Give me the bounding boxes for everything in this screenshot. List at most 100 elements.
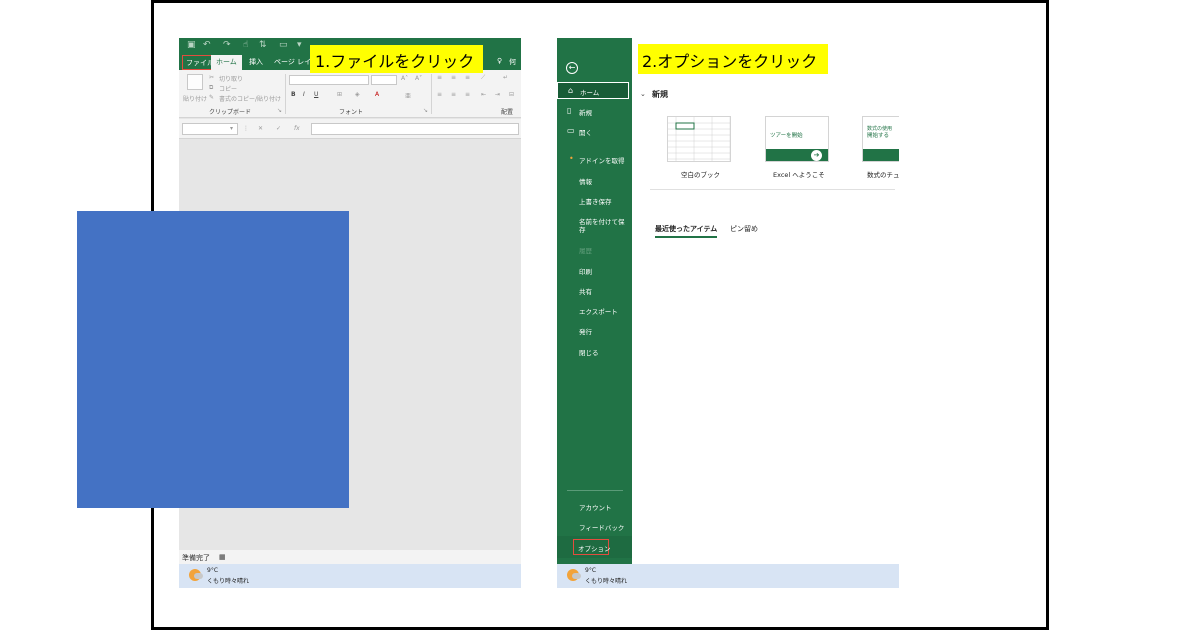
- redo-icon[interactable]: ↷: [223, 40, 231, 50]
- borders-icon[interactable]: ⊞: [337, 91, 342, 98]
- insert-function-button[interactable]: fx: [294, 125, 300, 132]
- lightbulb-icon[interactable]: ♀: [497, 57, 502, 65]
- ribbon-home: 貼り付け ✂ 切り取り ⧉ コピー ✎ 書式のコピー/貼り付け クリップボード …: [179, 70, 521, 118]
- tab-recent[interactable]: 最近使ったアイテム: [655, 224, 718, 238]
- enter-icon[interactable]: ✓: [276, 125, 281, 132]
- bold-button[interactable]: B: [291, 91, 296, 98]
- nav-close[interactable]: 閉じる: [557, 347, 632, 359]
- format-painter-icon[interactable]: ✎: [209, 94, 214, 101]
- nav-account[interactable]: アカウント: [557, 502, 632, 514]
- formula-input[interactable]: [311, 123, 519, 135]
- callout-step1: 1.ファイルをクリック: [310, 45, 483, 73]
- tab-pinned[interactable]: ピン留め: [730, 224, 758, 234]
- paste-button[interactable]: 貼り付け: [183, 94, 207, 103]
- align-right-icon[interactable]: ≡: [465, 91, 470, 98]
- italic-button[interactable]: I: [303, 91, 305, 98]
- align-bottom-icon[interactable]: ≡: [465, 74, 470, 81]
- arrow-right-icon: ➔: [811, 150, 822, 161]
- weather-temp: 9°C: [207, 567, 219, 574]
- form-icon[interactable]: ▭: [279, 40, 288, 50]
- tell-me-label[interactable]: 何: [509, 57, 516, 67]
- nav-options[interactable]: オプション: [573, 539, 611, 555]
- nav-share[interactable]: 共有: [557, 286, 632, 298]
- font-color-button[interactable]: A: [375, 91, 379, 98]
- nav-feedback[interactable]: フィードバック: [557, 522, 632, 534]
- nav-publish[interactable]: 発行: [557, 326, 632, 338]
- nav-open[interactable]: ▭ 開く: [557, 126, 632, 140]
- dialog-launcher-icon[interactable]: ↘: [277, 107, 282, 114]
- underline-button[interactable]: U: [314, 91, 318, 98]
- weather-temp: 9°C: [585, 567, 597, 574]
- formula-tile-band: [863, 149, 899, 161]
- template-formula-label: 数式のチュー: [867, 171, 899, 179]
- template-blank-label: 空白のブック: [681, 171, 720, 179]
- merge-icon[interactable]: ⊟: [509, 91, 514, 98]
- font-shrink-button[interactable]: A˅: [415, 75, 422, 82]
- backstage-content: ⌄ 新規 空白のブック ツアーを開始 ➔ Excel へようこそ 数式の使用 開…: [632, 38, 899, 564]
- cut-icon[interactable]: ✂: [209, 74, 214, 81]
- weather-icon: [567, 569, 581, 581]
- format-painter-button[interactable]: 書式のコピー/貼り付け: [219, 94, 281, 103]
- taskbar-weather[interactable]: 9°C くもり時々晴れ: [179, 564, 521, 588]
- excel-backstage-right: ← ⌂ ホーム ▯ 新規 ▭ 開く • アドインを取得 情報 上書き保存 名前を…: [557, 38, 899, 588]
- new-section-title: 新規: [652, 90, 668, 99]
- nav-new[interactable]: ▯ 新規: [557, 106, 632, 120]
- touch-mode-icon[interactable]: ☝: [243, 40, 248, 50]
- template-welcome[interactable]: ツアーを開始 ➔: [765, 116, 829, 162]
- customize-qat-icon[interactable]: ▾: [297, 40, 302, 50]
- align-center-icon[interactable]: ≡: [451, 91, 456, 98]
- align-left-icon[interactable]: ≡: [437, 91, 442, 98]
- font-dialog-launcher-icon[interactable]: ↘: [423, 107, 428, 114]
- nav-save[interactable]: 上書き保存: [557, 196, 632, 208]
- phonetic-icon[interactable]: 亜: [405, 91, 411, 100]
- template-blank-workbook[interactable]: [667, 116, 731, 162]
- cut-button[interactable]: 切り取り: [219, 74, 243, 83]
- save-icon[interactable]: ▣: [187, 40, 196, 50]
- nav-home[interactable]: ⌂ ホーム: [557, 82, 629, 99]
- font-group-label: フォント: [339, 109, 364, 116]
- folder-icon: ▭: [567, 126, 575, 135]
- undo-icon[interactable]: ↶: [203, 40, 211, 50]
- wrap-text-icon[interactable]: ↵: [503, 74, 508, 81]
- nav-print[interactable]: 印刷: [557, 266, 632, 278]
- name-box-chevron-icon[interactable]: ▾: [230, 125, 233, 132]
- copy-icon[interactable]: ⧉: [209, 84, 213, 92]
- accessibility-icon[interactable]: ▦: [219, 553, 226, 561]
- sort-icon[interactable]: ⇅: [259, 40, 267, 50]
- align-middle-icon[interactable]: ≡: [451, 74, 456, 81]
- cancel-icon[interactable]: ✕: [258, 125, 263, 132]
- nav-save-as[interactable]: 名前を付けて保 存: [557, 216, 632, 236]
- taskbar-weather-right[interactable]: 9°C くもり時々晴れ: [557, 564, 899, 588]
- font-name-dropdown[interactable]: [289, 75, 369, 85]
- copy-button[interactable]: コピー: [219, 84, 237, 93]
- font-size-dropdown[interactable]: [371, 75, 397, 85]
- formula-bar: ▾ ⋮ ✕ ✓ fx: [179, 119, 521, 139]
- nav-history: 履歴: [579, 247, 592, 255]
- fill-color-icon[interactable]: ◈: [355, 91, 360, 98]
- tour-text: ツアーを開始: [770, 133, 803, 139]
- backstage-nav: ← ⌂ ホーム ▯ 新規 ▭ 開く • アドインを取得 情報 上書き保存 名前を…: [557, 38, 632, 564]
- status-ready: 準備完了: [182, 554, 210, 562]
- nav-info[interactable]: 情報: [557, 176, 632, 188]
- orientation-icon[interactable]: ⟋: [481, 74, 485, 82]
- outdent-icon[interactable]: ⇥: [495, 91, 500, 98]
- home-icon: ⌂: [568, 86, 574, 95]
- new-doc-icon: ▯: [567, 106, 572, 115]
- formula-tile-text-2: 開始する: [867, 133, 890, 139]
- nav-export[interactable]: エクスポート: [557, 306, 632, 318]
- align-top-icon[interactable]: ≡: [437, 74, 442, 81]
- collapse-chevron-icon[interactable]: ⌄: [640, 90, 646, 98]
- template-formula-tutorial[interactable]: 数式の使用 開始する: [862, 116, 899, 162]
- group-separator: [285, 74, 286, 114]
- blank-grid-thumbnail: [668, 117, 730, 161]
- paste-icon[interactable]: [187, 74, 203, 90]
- status-bar: 準備完了 ▦: [179, 550, 521, 564]
- indent-icon[interactable]: ⇤: [481, 91, 486, 98]
- font-grow-button[interactable]: A˄: [401, 75, 408, 82]
- nav-get-addins[interactable]: • アドインを取得: [557, 154, 632, 167]
- clipboard-group-label: クリップボード: [209, 109, 252, 116]
- tab-home[interactable]: ホーム: [211, 55, 242, 70]
- tab-insert[interactable]: 挿入: [249, 57, 263, 67]
- redaction-block: [77, 211, 349, 508]
- back-arrow-icon[interactable]: ←: [566, 62, 578, 74]
